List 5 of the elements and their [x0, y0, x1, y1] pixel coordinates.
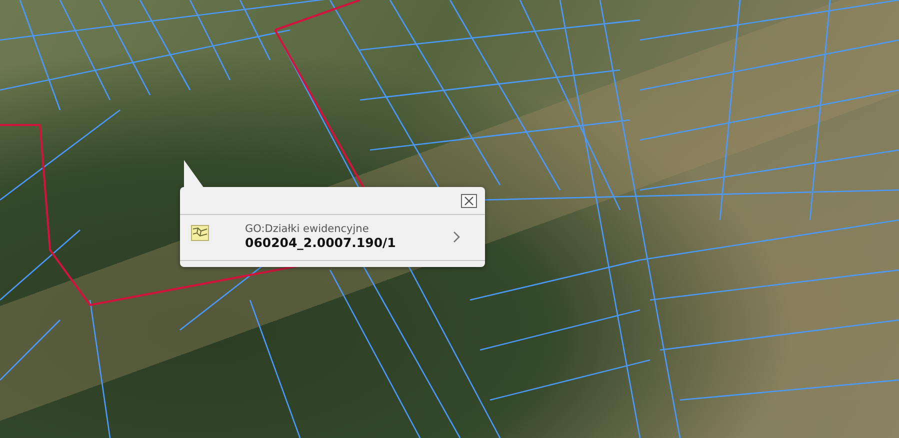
- chevron-right-icon[interactable]: [453, 230, 461, 242]
- parcel-id: 060204_2.0007.190/1: [245, 235, 397, 250]
- layer-name: GO:Działki ewidencyjne: [245, 223, 370, 235]
- parcel-layer-icon: [191, 225, 209, 241]
- close-button[interactable]: [461, 194, 477, 208]
